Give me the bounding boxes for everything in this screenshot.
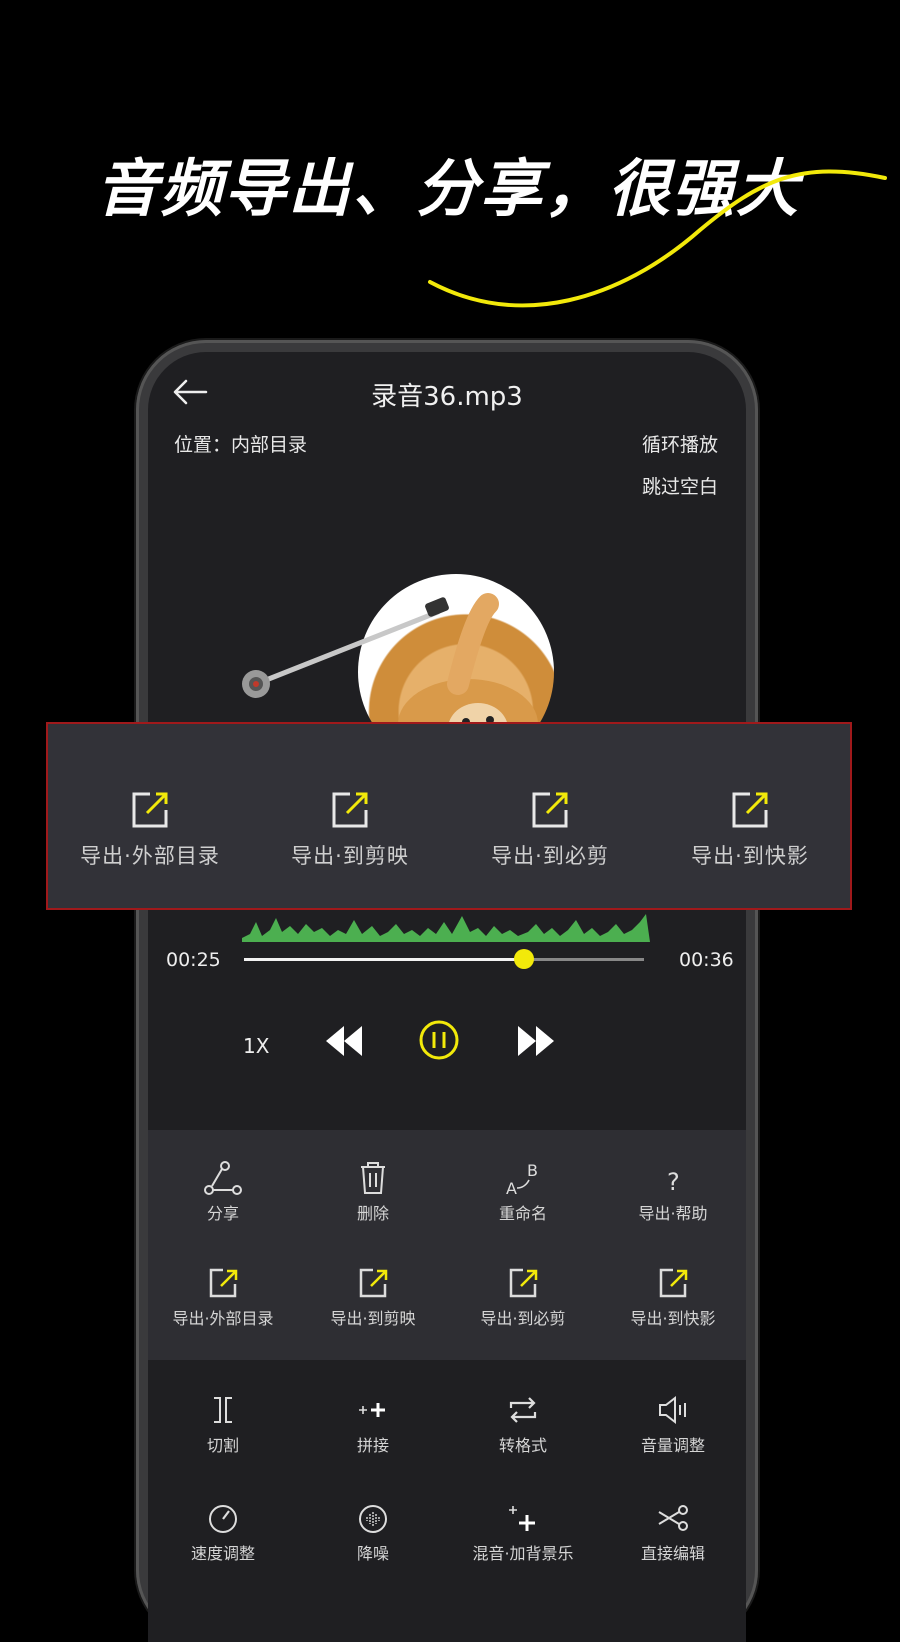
overlay-label: 导出·到必剪 — [491, 844, 609, 868]
overlay-label: 导出·外部目录 — [80, 844, 220, 868]
rename-icon: A B — [506, 1161, 538, 1196]
location-text: 位置：内部目录 — [174, 434, 308, 456]
tool-label: 音量调整 — [640, 1436, 705, 1455]
export-options-overlay: 导出·外部目录 导出·到剪映 导出·到必剪 导出·到快影 — [46, 722, 852, 910]
tonearm — [242, 597, 449, 698]
volume-adjust-button[interactable]: 音量调整 — [598, 1392, 746, 1456]
tool-label: 直接编辑 — [640, 1544, 705, 1563]
mix-icon — [509, 1506, 535, 1531]
denoise-icon — [359, 1505, 387, 1533]
tool-label: 导出·外部目录 — [172, 1309, 274, 1328]
export-icon — [659, 1268, 688, 1298]
export-bijian-button[interactable]: 导出·到必剪 — [448, 1265, 598, 1329]
join-button[interactable]: 拼接 — [298, 1392, 448, 1456]
mix-bgm-button[interactable]: 混音·加背景乐 — [448, 1500, 598, 1564]
share-button[interactable]: 分享 — [148, 1160, 298, 1224]
export-icon — [509, 1268, 538, 1298]
tool-label: 转格式 — [498, 1436, 547, 1455]
tool-label: 重命名 — [498, 1204, 547, 1223]
skip-silence-toggle[interactable]: 跳过空白 — [642, 472, 718, 499]
tool-label: 导出·到剪映 — [330, 1309, 416, 1328]
export-icon — [732, 792, 768, 828]
seek-bar[interactable] — [244, 949, 644, 969]
speed-icon — [209, 1505, 237, 1533]
overlay-label: 导出·到快影 — [691, 844, 809, 868]
waveform — [242, 914, 650, 942]
delete-button[interactable]: 删除 — [298, 1160, 448, 1224]
share-icon — [204, 1161, 242, 1195]
convert-format-button[interactable]: 转格式 — [448, 1392, 598, 1456]
tool-label: 导出·帮助 — [638, 1204, 708, 1223]
overlay-export-kuaiying[interactable]: 导出·到快影 — [650, 790, 850, 870]
file-title: 录音36.mp3 — [371, 382, 523, 412]
cut-button[interactable]: 切割 — [148, 1392, 298, 1456]
overlay-export-external[interactable]: 导出·外部目录 — [50, 790, 250, 870]
rewind-icon[interactable] — [324, 1024, 364, 1058]
actions-panel: 分享 删除 A B 重命名 ? 导出·帮助 导出·外部目录 导出·到剪映 导出·… — [148, 1130, 746, 1360]
tool-label: 混音·加背景乐 — [472, 1544, 574, 1563]
speed-adjust-button[interactable]: 速度调整 — [148, 1500, 298, 1564]
tool-label: 拼接 — [356, 1436, 389, 1455]
denoise-button[interactable]: 降噪 — [298, 1500, 448, 1564]
convert-icon — [509, 1397, 537, 1423]
tool-label: 降噪 — [356, 1544, 389, 1563]
speed-button[interactable]: 1X — [243, 1034, 269, 1058]
export-jianying-button[interactable]: 导出·到剪映 — [298, 1265, 448, 1329]
join-icon — [359, 1403, 385, 1417]
tool-label: 速度调整 — [190, 1544, 255, 1563]
loop-toggle[interactable]: 循环播放 — [642, 430, 718, 457]
tool-label: 删除 — [356, 1204, 389, 1223]
current-time: 00:25 — [166, 949, 221, 971]
export-external-button[interactable]: 导出·外部目录 — [148, 1265, 298, 1329]
overlay-export-jianying[interactable]: 导出·到剪映 — [250, 790, 450, 870]
total-time: 00:36 — [679, 949, 734, 971]
export-icon — [132, 792, 168, 828]
trash-icon — [361, 1162, 385, 1194]
decorative-swoosh — [428, 169, 887, 308]
tool-label: 导出·到必剪 — [480, 1309, 566, 1328]
svg-text:B: B — [527, 1161, 538, 1180]
rename-button[interactable]: A B 重命名 — [448, 1160, 598, 1224]
svg-text:A: A — [506, 1179, 517, 1196]
phone-screen: 录音36.mp3 位置：内部目录 循环播放 跳过空白 00:25 00:36 1… — [148, 352, 746, 1642]
cut-brackets-icon — [214, 1397, 232, 1423]
seek-knob[interactable] — [514, 949, 534, 969]
seek-bar-fill — [244, 958, 524, 961]
overlay-export-bijian[interactable]: 导出·到必剪 — [450, 790, 650, 870]
volume-icon — [659, 1395, 686, 1425]
export-kuaiying-button[interactable]: 导出·到快影 — [598, 1265, 746, 1329]
fast-forward-icon[interactable] — [516, 1024, 556, 1058]
export-help-button[interactable]: ? 导出·帮助 — [598, 1160, 746, 1224]
export-icon — [332, 792, 368, 828]
export-icon — [359, 1268, 388, 1298]
export-icon — [532, 792, 568, 828]
pause-icon[interactable] — [418, 1019, 460, 1061]
scissors-icon — [658, 1505, 688, 1531]
direct-edit-button[interactable]: 直接编辑 — [598, 1500, 746, 1564]
overlay-label: 导出·到剪映 — [291, 844, 409, 868]
help-icon: ? — [667, 1168, 680, 1196]
export-icon — [209, 1268, 238, 1298]
tool-label: 切割 — [206, 1436, 239, 1455]
tool-label: 分享 — [206, 1204, 239, 1223]
svg-text:?: ? — [667, 1168, 680, 1196]
tool-label: 导出·到快影 — [630, 1309, 716, 1328]
